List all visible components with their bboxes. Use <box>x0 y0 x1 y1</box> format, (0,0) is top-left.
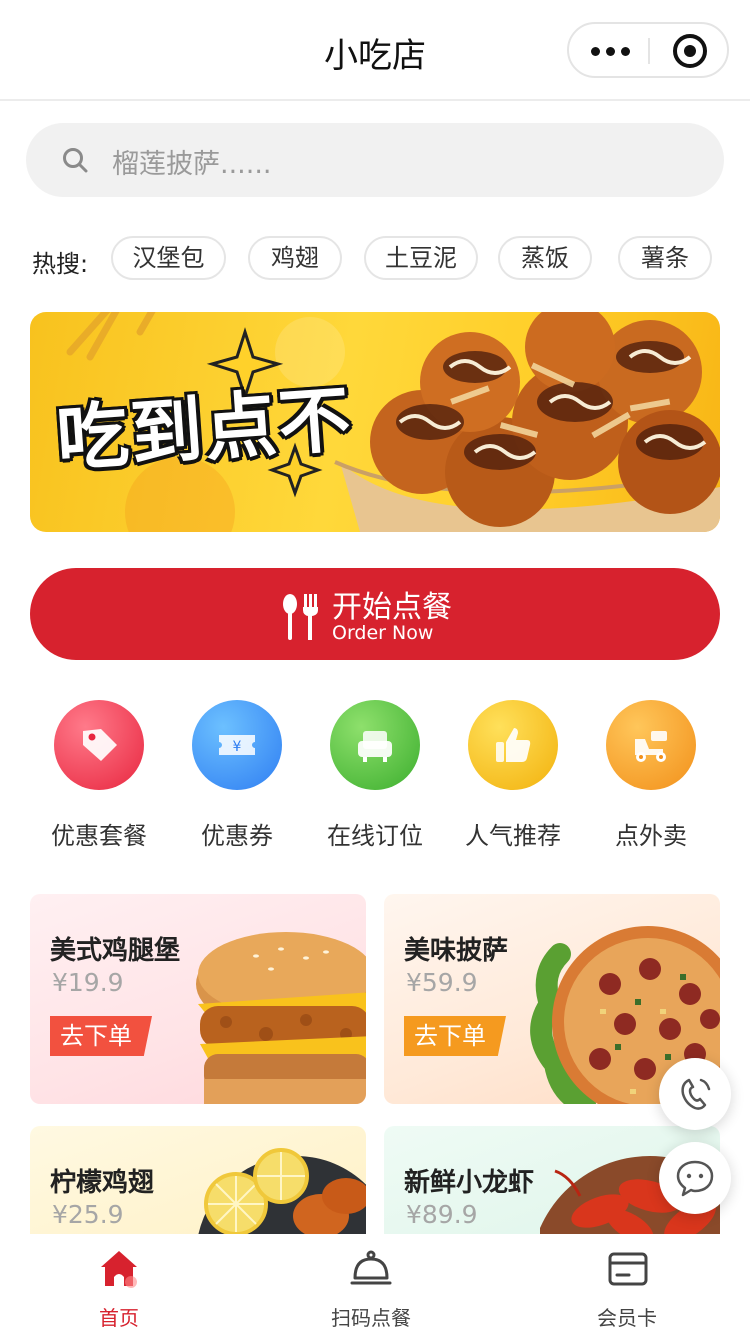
product-price: ¥19.9 <box>52 968 124 997</box>
feature-label: 在线订位 <box>327 822 423 850</box>
capsule-divider <box>648 38 650 64</box>
product-price: ¥25.9 <box>52 1200 124 1229</box>
promo-banner[interactable]: 吃到点不 <box>30 312 720 532</box>
thumbs-up-icon <box>468 700 558 790</box>
start-order-button[interactable]: 开始点餐 Order Now <box>30 568 720 660</box>
search-bar[interactable]: 榴莲披萨...... <box>26 123 724 197</box>
order-now-button[interactable]: 去下单 <box>50 1016 152 1056</box>
feature-label: 点外卖 <box>615 822 687 850</box>
product-card-chicken-burger[interactable]: 美式鸡腿堡 ¥19.9 去下单 <box>30 894 366 1104</box>
search-placeholder: 榴莲披萨...... <box>112 149 272 180</box>
top-navbar: 小吃店 <box>0 0 750 101</box>
svg-text:¥: ¥ <box>233 739 242 755</box>
product-card-lemon-wings[interactable]: 柠檬鸡翅 ¥25.9 <box>30 1126 366 1234</box>
feature-label: 优惠套餐 <box>51 822 147 850</box>
chat-button[interactable] <box>659 1142 731 1214</box>
banner-slogan: 吃到点不 <box>53 376 356 482</box>
hot-tag-fries[interactable]: 薯条 <box>618 236 712 280</box>
product-name: 柠檬鸡翅 <box>50 1168 155 1198</box>
order-button-title: 开始点餐 <box>332 590 452 625</box>
order-button-subtitle: Order Now <box>332 622 434 644</box>
phone-icon <box>681 1078 711 1110</box>
product-name: 美味披萨 <box>404 936 509 966</box>
card-icon <box>608 1252 648 1286</box>
lemon-wings-image <box>198 1148 366 1234</box>
mini-program-capsule <box>567 22 729 78</box>
chat-icon <box>676 1160 714 1197</box>
order-now-button[interactable]: 去下单 <box>404 1016 506 1056</box>
bottom-tab-bar: 首页 扫码点餐 会员卡 <box>0 1234 750 1334</box>
tab-label: 扫码点餐 <box>331 1306 411 1330</box>
hot-tag-steamed-rice[interactable]: 蒸饭 <box>498 236 592 280</box>
sofa-icon <box>330 700 420 790</box>
feature-label: 人气推荐 <box>465 822 561 850</box>
product-price: ¥89.9 <box>406 1200 478 1229</box>
hot-tag-mashed-potato[interactable]: 土豆泥 <box>364 236 478 280</box>
hot-tag-hamburger[interactable]: 汉堡包 <box>111 236 226 280</box>
product-price: ¥59.9 <box>406 968 478 997</box>
tab-label: 会员卡 <box>597 1306 657 1330</box>
coupon-icon: ¥ <box>192 700 282 790</box>
hot-tag-chicken-wings[interactable]: 鸡翅 <box>248 236 342 280</box>
hot-search-label: 热搜: <box>32 250 89 278</box>
scooter-icon <box>606 700 696 790</box>
utensils-icon <box>283 594 318 640</box>
tag-icon <box>54 700 144 790</box>
product-name: 美式鸡腿堡 <box>50 936 181 966</box>
home-icon <box>101 1251 137 1288</box>
more-dots-icon[interactable] <box>591 40 631 62</box>
product-name: 新鲜小龙虾 <box>404 1168 535 1198</box>
close-circle-icon[interactable] <box>673 34 707 68</box>
phone-button[interactable] <box>659 1058 731 1130</box>
burger-image <box>196 932 366 1104</box>
tab-label: 首页 <box>99 1306 139 1330</box>
feature-label: 优惠券 <box>201 822 273 850</box>
cloche-icon <box>350 1250 392 1285</box>
search-icon <box>63 148 88 173</box>
